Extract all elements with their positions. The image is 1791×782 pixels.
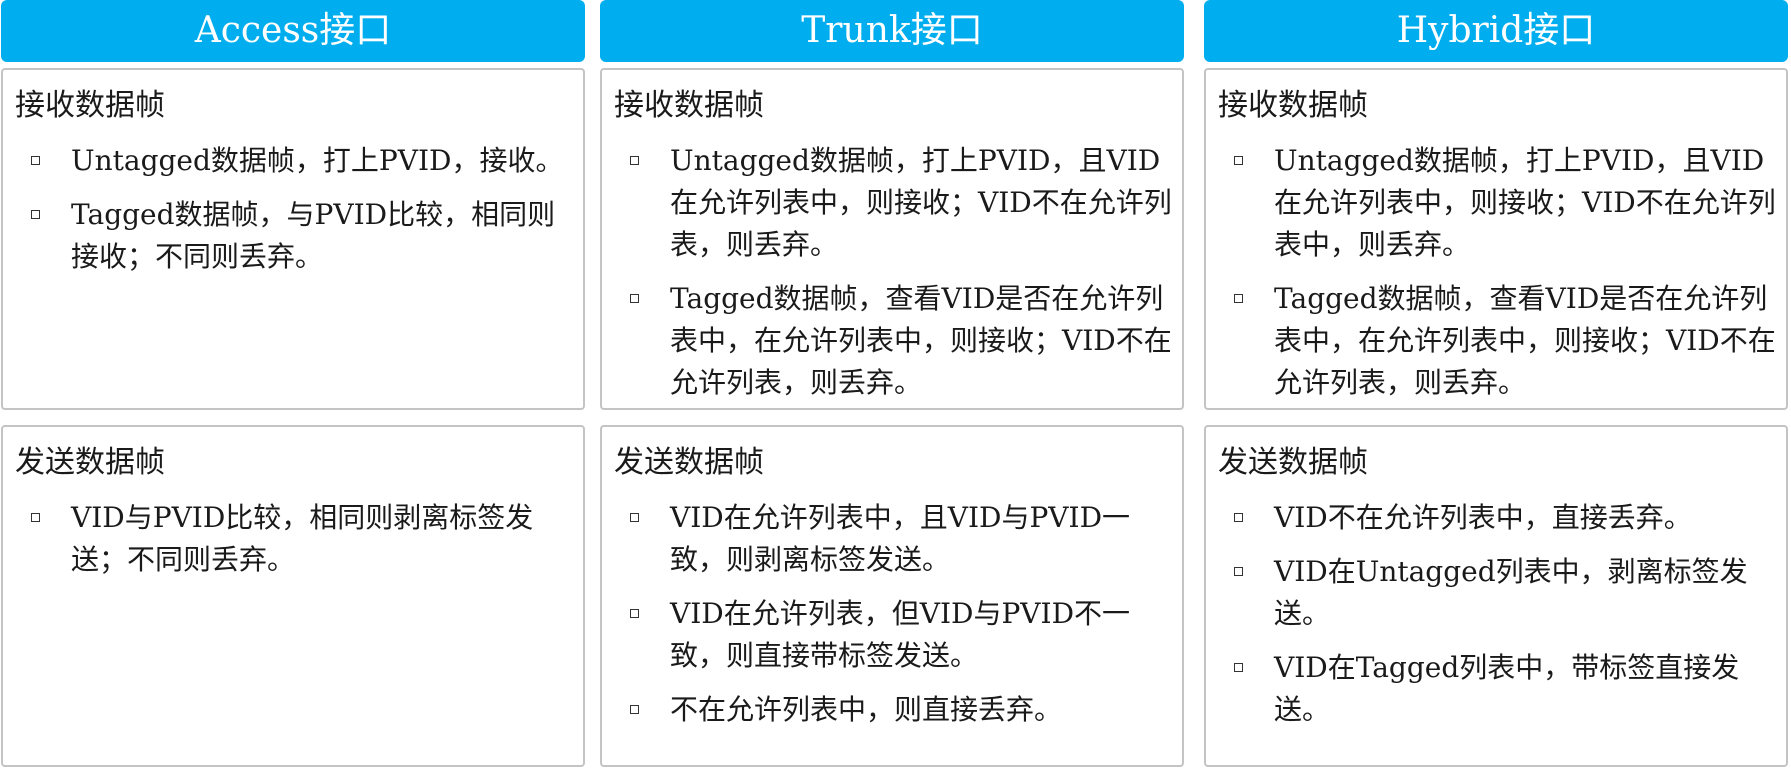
receive-box: 接收数据帧 Untagged数据帧，打上PVID，且VID在允许列表中，则接收；… bbox=[1204, 68, 1788, 410]
send-box: 发送数据帧 VID不在允许列表中，直接丢弃。 VID在Untagged列表中，剥… bbox=[1204, 425, 1788, 767]
send-list: VID在允许列表中，且VID与PVID一致，则剥离标签发送。 VID在允许列表，… bbox=[602, 497, 1182, 743]
receive-title: 接收数据帧 bbox=[1218, 88, 1368, 123]
list-item-text: Tagged数据帧，查看VID是否在允许列表中，在允许列表中，则接收；VID不在… bbox=[670, 282, 1172, 399]
receive-list: Untagged数据帧，打上PVID，且VID在允许列表中，则接收；VID不在允… bbox=[602, 140, 1182, 408]
column-header: Trunk接口 bbox=[600, 0, 1184, 62]
send-list: VID不在允许列表中，直接丢弃。 VID在Untagged列表中，剥离标签发送。… bbox=[1206, 497, 1786, 743]
square-bullet-icon bbox=[31, 210, 40, 219]
list-item: Untagged数据帧，打上PVID，接收。 bbox=[3, 140, 583, 182]
list-item: Untagged数据帧，打上PVID，且VID在允许列表中，则接收；VID不在允… bbox=[1206, 140, 1786, 266]
square-bullet-icon bbox=[630, 513, 639, 522]
square-bullet-icon bbox=[630, 156, 639, 165]
send-box: 发送数据帧 VID在允许列表中，且VID与PVID一致，则剥离标签发送。 VID… bbox=[600, 425, 1184, 767]
column-header: Access接口 bbox=[1, 0, 585, 62]
list-item-text: 不在允许列表中，则直接丢弃。 bbox=[670, 693, 1063, 726]
square-bullet-icon bbox=[1234, 663, 1243, 672]
list-item-text: VID在Tagged列表中，带标签直接发送。 bbox=[1274, 651, 1740, 726]
receive-title: 接收数据帧 bbox=[614, 88, 764, 123]
list-item-text: VID不在允许列表中，直接丢弃。 bbox=[1274, 501, 1692, 534]
square-bullet-icon bbox=[31, 513, 40, 522]
list-item-text: VID在允许列表中，且VID与PVID一致，则剥离标签发送。 bbox=[670, 501, 1131, 576]
column-header: Hybrid接口 bbox=[1204, 0, 1788, 62]
list-item: VID在Tagged列表中，带标签直接发送。 bbox=[1206, 647, 1786, 731]
list-item-text: VID与PVID比较，相同则剥离标签发送；不同则丢弃。 bbox=[71, 501, 534, 576]
receive-list: Untagged数据帧，打上PVID，且VID在允许列表中，则接收；VID不在允… bbox=[1206, 140, 1786, 408]
send-list: VID与PVID比较，相同则剥离标签发送；不同则丢弃。 bbox=[3, 497, 583, 593]
list-item-text: Tagged数据帧，与PVID比较，相同则接收；不同则丢弃。 bbox=[71, 198, 556, 273]
square-bullet-icon bbox=[31, 156, 40, 165]
square-bullet-icon bbox=[630, 294, 639, 303]
list-item-text: VID在Untagged列表中，剥离标签发送。 bbox=[1274, 555, 1748, 630]
square-bullet-icon bbox=[630, 609, 639, 618]
send-title: 发送数据帧 bbox=[15, 445, 165, 480]
square-bullet-icon bbox=[1234, 513, 1243, 522]
list-item: Tagged数据帧，查看VID是否在允许列表中，在允许列表中，则接收；VID不在… bbox=[1206, 278, 1786, 404]
list-item: VID不在允许列表中，直接丢弃。 bbox=[1206, 497, 1786, 539]
receive-list: Untagged数据帧，打上PVID，接收。 Tagged数据帧，与PVID比较… bbox=[3, 140, 583, 290]
send-box: 发送数据帧 VID与PVID比较，相同则剥离标签发送；不同则丢弃。 bbox=[1, 425, 585, 767]
receive-title: 接收数据帧 bbox=[15, 88, 165, 123]
list-item: 不在允许列表中，则直接丢弃。 bbox=[602, 689, 1182, 731]
list-item: Untagged数据帧，打上PVID，且VID在允许列表中，则接收；VID不在允… bbox=[602, 140, 1182, 266]
list-item-text: Untagged数据帧，打上PVID，且VID在允许列表中，则接收；VID不在允… bbox=[670, 144, 1172, 261]
list-item: Tagged数据帧，查看VID是否在允许列表中，在允许列表中，则接收；VID不在… bbox=[602, 278, 1182, 404]
list-item: Tagged数据帧，与PVID比较，相同则接收；不同则丢弃。 bbox=[3, 194, 583, 278]
list-item: VID在Untagged列表中，剥离标签发送。 bbox=[1206, 551, 1786, 635]
list-item-text: Tagged数据帧，查看VID是否在允许列表中，在允许列表中，则接收；VID不在… bbox=[1274, 282, 1776, 399]
receive-box: 接收数据帧 Untagged数据帧，打上PVID，接收。 Tagged数据帧，与… bbox=[1, 68, 585, 410]
list-item-text: VID在允许列表，但VID与PVID不一致，则直接带标签发送。 bbox=[670, 597, 1131, 672]
list-item-text: Untagged数据帧，打上PVID，接收。 bbox=[71, 144, 564, 177]
send-title: 发送数据帧 bbox=[614, 445, 764, 480]
square-bullet-icon bbox=[630, 705, 639, 714]
receive-box: 接收数据帧 Untagged数据帧，打上PVID，且VID在允许列表中，则接收；… bbox=[600, 68, 1184, 410]
list-item: VID在允许列表，但VID与PVID不一致，则直接带标签发送。 bbox=[602, 593, 1182, 677]
list-item-text: Untagged数据帧，打上PVID，且VID在允许列表中，则接收；VID不在允… bbox=[1274, 144, 1776, 261]
square-bullet-icon bbox=[1234, 567, 1243, 576]
list-item: VID在允许列表中，且VID与PVID一致，则剥离标签发送。 bbox=[602, 497, 1182, 581]
list-item: VID与PVID比较，相同则剥离标签发送；不同则丢弃。 bbox=[3, 497, 583, 581]
square-bullet-icon bbox=[1234, 294, 1243, 303]
square-bullet-icon bbox=[1234, 156, 1243, 165]
send-title: 发送数据帧 bbox=[1218, 445, 1368, 480]
